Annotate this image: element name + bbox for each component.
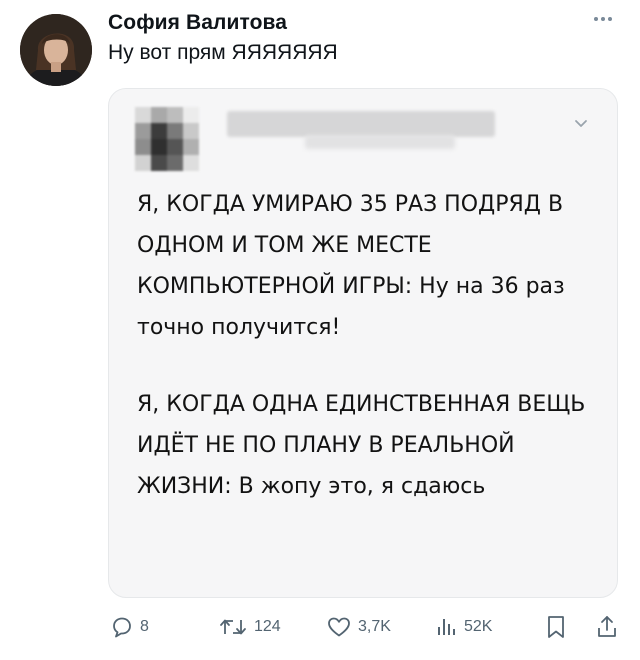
quoted-avatar-pixelated — [135, 107, 199, 171]
more-dots-icon[interactable] — [591, 12, 615, 26]
author-avatar[interactable] — [20, 14, 92, 86]
tweet-text: Ну вот прям ЯЯЯЯЯЯЯ — [108, 41, 338, 64]
repost-button[interactable]: 124 — [218, 614, 281, 640]
share-icon — [596, 614, 618, 640]
quoted-post-card[interactable]: Я, КОГДА УМИРАЮ 35 РАЗ ПОДРЯД В ОДНОМ И … — [108, 88, 618, 598]
like-button[interactable]: 3,7K — [326, 614, 391, 640]
quoted-paragraph-2: Я, КОГДА ОДНА ЕДИНСТВЕННАЯ ВЕЩЬ ИДЁТ НЕ … — [137, 392, 586, 499]
quoted-post-text: Я, КОГДА УМИРАЮ 35 РАЗ ПОДРЯД В ОДНОМ И … — [137, 184, 597, 507]
author-name[interactable]: София Валитова — [108, 11, 287, 35]
bookmark-icon — [545, 614, 567, 640]
reply-button[interactable]: 8 — [110, 614, 149, 640]
quoted-paragraph-1: Я, КОГДА УМИРАЮ 35 РАЗ ПОДРЯД В ОДНОМ И … — [137, 192, 565, 340]
repost-icon — [218, 615, 248, 639]
views-bars-icon — [434, 615, 458, 639]
reply-count: 8 — [140, 618, 149, 635]
bookmark-button[interactable] — [545, 614, 567, 640]
quoted-name-blurred — [227, 111, 495, 137]
heart-icon — [326, 615, 352, 639]
reply-bubble-icon — [110, 615, 134, 639]
share-button[interactable] — [596, 614, 618, 640]
repost-count: 124 — [254, 618, 281, 635]
views-button[interactable]: 52K — [434, 614, 492, 640]
tweet-action-bar: 8 124 3,7K 52K — [0, 608, 640, 648]
like-count: 3,7K — [358, 618, 391, 635]
quoted-handle-blurred — [305, 135, 455, 149]
views-count: 52K — [464, 618, 493, 635]
chevron-down-icon[interactable] — [571, 113, 591, 133]
